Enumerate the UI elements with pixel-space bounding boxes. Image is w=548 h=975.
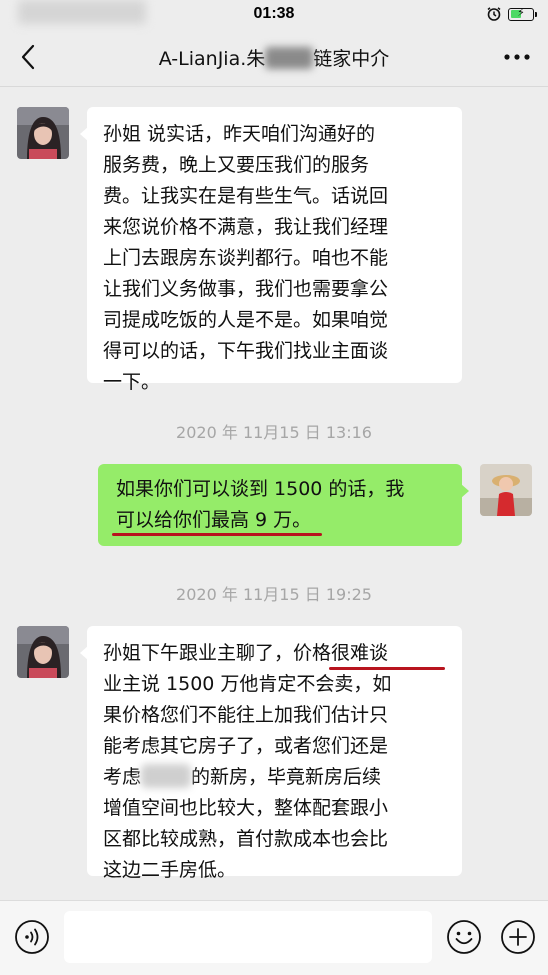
message-line: 司提成吃饭的人是不是。如果咱觉 [103, 309, 389, 331]
emoji-icon[interactable] [446, 919, 482, 955]
agent-photo [17, 107, 69, 159]
message-line: 一下。 [103, 371, 161, 393]
chat-title-prefix: A-LianJia.朱 [158, 48, 266, 70]
message-bubble-agent[interactable]: 孙姐下午跟业主聊了，价格很难谈 业主说 1500 万他肯定不会卖，如 果价格您们… [80, 626, 462, 881]
message-line: 得可以的话，下午我们找业主面谈 [103, 340, 389, 362]
message-line: 费。让我实在是有些生气。话说回 [103, 185, 389, 207]
chat-header: A-LianJia.朱 链家中介 [0, 30, 548, 87]
message-timestamp: 2020 年 11月15 日 19:25 [176, 585, 372, 604]
message-line: 孙姐 说实话，昨天咱们沟通好的 [103, 123, 376, 145]
highlight-underline [112, 533, 322, 536]
blurred-name [265, 47, 314, 69]
message-line: 能考虑其它房子了，或者您们还是 [103, 735, 389, 757]
status-icons: ⚡ [486, 5, 537, 22]
avatar-agent[interactable] [17, 626, 69, 678]
highlight-underline [329, 667, 445, 670]
message-line: 孙姐下午跟业主聊了，价格很难谈 [103, 642, 389, 664]
message-line: 考虑 的新房，毕竟新房后续 [103, 762, 450, 793]
message-line: 增值空间也比较大，整体配套跟小 [103, 797, 389, 819]
message-line: 服务费，晚上又要压我们的服务 [103, 154, 370, 176]
message-line: 这边二手房低。 [103, 859, 237, 881]
blurred-name [141, 764, 192, 788]
message-fragment: 考虑 [103, 766, 142, 788]
status-time: 01:38 [253, 5, 295, 22]
message-line: 上门去跟房东谈判都行。咱也不能 [103, 247, 389, 269]
chat-input-bar [0, 900, 548, 975]
message-bubble-self[interactable]: 如果你们可以谈到 1500 的话，我 可以给你们最高 9 万。 [98, 464, 469, 546]
alarm-icon [487, 7, 501, 21]
message-bubble-agent[interactable]: 孙姐 说实话，昨天咱们沟通好的 服务费，晚上又要压我们的服务 费。让我实在是有些… [80, 107, 462, 393]
message-fragment: 的新房，毕竟新房后续 [191, 766, 382, 788]
message-line: 可以给你们最高 9 万。 [116, 509, 312, 531]
chevron-left-icon[interactable] [14, 42, 44, 72]
plus-circle-icon[interactable] [500, 919, 536, 955]
self-photo [480, 464, 532, 516]
message-input[interactable] [64, 911, 432, 963]
message-line: 如果你们可以谈到 1500 的话，我 [116, 478, 405, 500]
more-dots-icon[interactable] [502, 44, 532, 70]
message-line: 果价格您们不能往上加我们估计只 [103, 704, 389, 726]
chat-title-suffix: 链家中介 [313, 48, 390, 70]
message-line: 区都比较成熟，首付款成本也会比 [103, 828, 389, 850]
message-line: 来您说价格不满意，我让我们经理 [103, 216, 389, 238]
voice-icon[interactable] [14, 919, 50, 955]
message-line: 让我们义务做事，我们也需要拿公 [103, 278, 389, 300]
chat-title: A-LianJia.朱 链家中介 [60, 44, 488, 71]
charging-bolt-icon: ⚡ [517, 5, 525, 19]
status-bar: 01:38 ⚡ [0, 0, 548, 30]
message-timestamp: 2020 年 11月15 日 13:16 [176, 423, 372, 442]
avatar-agent[interactable] [17, 107, 69, 159]
message-line: 业主说 1500 万他肯定不会卖，如 [103, 673, 392, 695]
avatar-self[interactable] [480, 464, 532, 516]
battery-icon: ⚡ [508, 5, 537, 21]
agent-photo [17, 626, 69, 678]
